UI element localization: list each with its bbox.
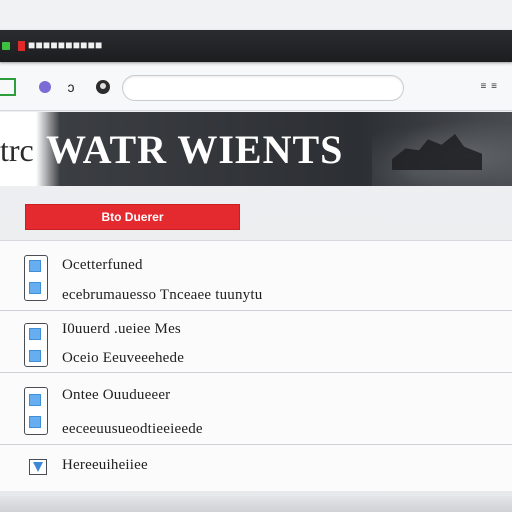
- status-indicator-icon: [2, 42, 10, 50]
- address-bar-input[interactable]: [122, 75, 404, 101]
- list-item-title: Ontee Ouudueeer: [62, 387, 171, 403]
- sidebar-toggle-icon[interactable]: [0, 78, 16, 96]
- hero-title: WATR WIENTS: [46, 127, 344, 172]
- list-item-subtitle: ecebrumauesso Tnceaee tuunytu: [62, 287, 263, 303]
- primary-action-button[interactable]: Bto Duerer: [25, 204, 240, 230]
- list-item-title: Ocetterfuned: [62, 257, 143, 273]
- extension-button[interactable]: [36, 78, 54, 96]
- hero-banner: trc WATR WIENTS: [0, 112, 512, 186]
- app-window: ■■■■■■■■■■ ɔ ≡ ≡ trc WATR WIENTS Bto Due…: [0, 0, 512, 512]
- list-item-subtitle: eeceeuusueodtieeieede: [62, 421, 203, 437]
- refresh-icon: ɔ: [67, 79, 75, 95]
- avatar-icon: [96, 80, 110, 94]
- document-icon: [24, 255, 48, 301]
- list-item-title: I0uuerd .ueiee Mes: [62, 321, 181, 337]
- document-icon: [24, 387, 48, 435]
- document-icon: [24, 323, 48, 367]
- app-logo-icon: [18, 41, 25, 51]
- list-item[interactable]: I0uuerd .ueiee Mes Oceio Eeuveeehede: [0, 317, 512, 373]
- list-item-title: Hereeuiheiiee: [62, 457, 148, 473]
- list-item[interactable]: Ocetterfuned ecebrumauesso Tnceaee tuuny…: [0, 241, 512, 311]
- item-list: Ocetterfuned ecebrumauesso Tnceaee tuuny…: [0, 240, 512, 491]
- list-item-subtitle: Oceio Eeuveeehede: [62, 350, 185, 366]
- status-bar: [0, 496, 512, 512]
- title-bar: ■■■■■■■■■■: [0, 30, 512, 62]
- window-title: ■■■■■■■■■■: [28, 38, 103, 52]
- menu-icon[interactable]: ≡ ≡: [481, 81, 498, 92]
- hero-prefix: trc: [0, 132, 34, 168]
- list-item[interactable]: Hereeuiheiiee: [0, 447, 512, 491]
- list-item[interactable]: Ontee Ouudueeer eeceeuusueodtieeieede: [0, 381, 512, 445]
- refresh-button[interactable]: ɔ: [62, 78, 80, 96]
- shield-icon: [29, 459, 47, 475]
- browser-toolbar: ɔ ≡ ≡: [0, 66, 512, 111]
- profile-button[interactable]: [94, 78, 112, 96]
- extension-icon: [39, 81, 51, 93]
